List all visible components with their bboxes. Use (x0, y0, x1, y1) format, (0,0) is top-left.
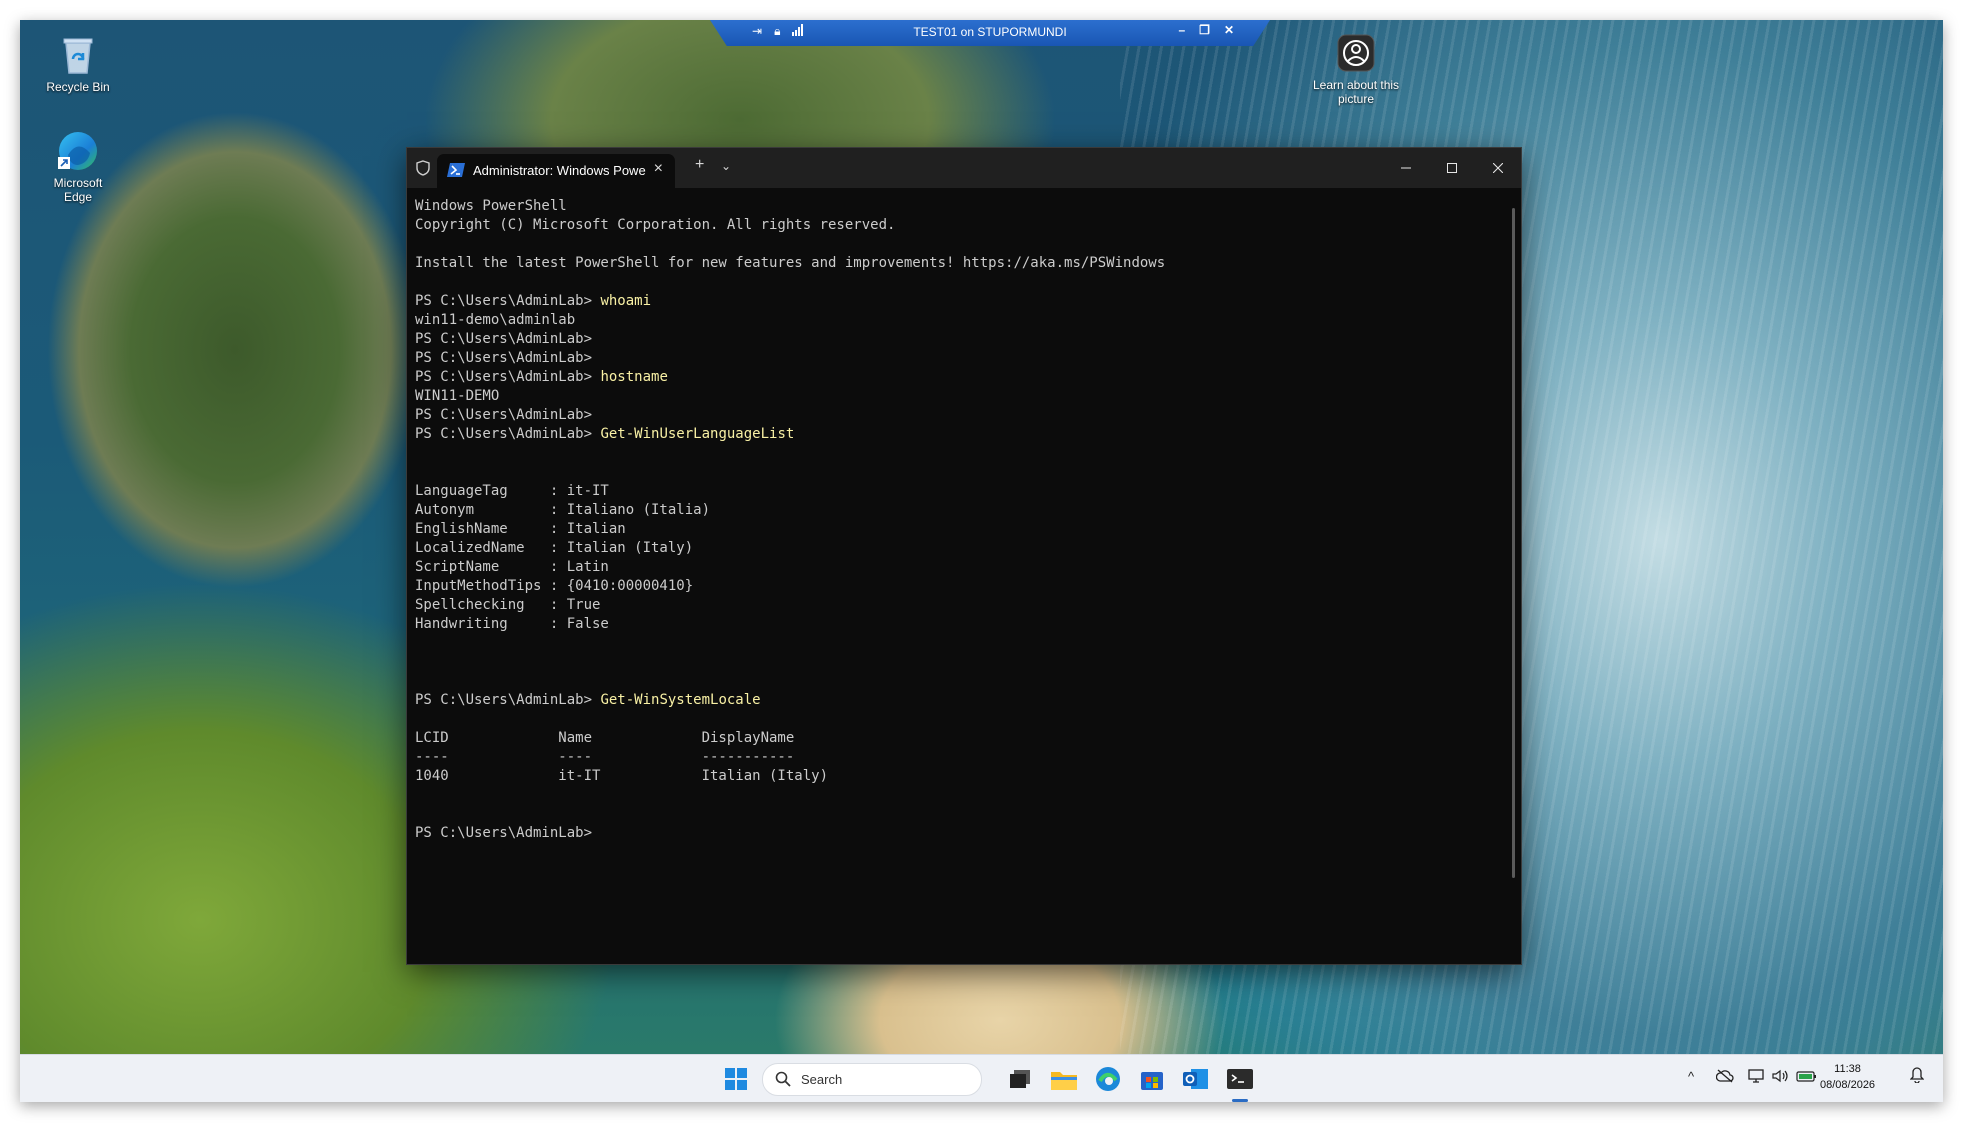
tab-label: Administrator: Windows Powe (473, 163, 646, 178)
console-line: LanguageTag : it-IT (415, 483, 609, 499)
console-line: ---- ---- ----------- (415, 749, 795, 765)
console-prompt: PS C:\Users\AdminLab> (415, 426, 601, 442)
desktop-icon-label: Microsoft Edge (53, 176, 103, 204)
edge-icon[interactable] (1092, 1063, 1124, 1095)
console-line: Handwriting : False (415, 616, 609, 632)
console-prompt: PS C:\Users\AdminLab> (415, 293, 601, 309)
remote-desktop-screen: Recycle Bin Microsoft Edge Learn about t… (20, 20, 1943, 1102)
console-line: Spellchecking : True (415, 597, 601, 613)
console-line: PS C:\Users\AdminLab> (415, 825, 593, 841)
rdp-minimize-icon[interactable]: – (1178, 23, 1185, 37)
console-line: win11-demo\adminlab (415, 312, 576, 328)
rdp-restore-icon[interactable]: ❐ (1199, 23, 1210, 37)
rdp-connection-bar: ⇥ 🔒︎ TEST01 on STUPORMUNDI – ❐ ✕ (710, 20, 1270, 46)
console-line: Windows PowerShell (415, 198, 567, 214)
search-placeholder: Search (801, 1072, 843, 1087)
console-prompt: PS C:\Users\AdminLab> (415, 369, 601, 385)
taskbar-search-box[interactable]: Search (762, 1063, 982, 1096)
network-icon[interactable] (1748, 1069, 1766, 1086)
console-command-line: PS C:\Users\AdminLab> Get-WinUserLanguag… (415, 425, 1505, 444)
console-scrollbar[interactable] (1512, 208, 1515, 878)
learn-about-picture-icon (1333, 30, 1379, 76)
admin-shield-icon (413, 158, 433, 178)
console-line: LocalizedName : Italian (Italy) (415, 540, 694, 556)
terminal-titlebar[interactable]: Administrator: Windows Powe × + ⌄ (407, 148, 1521, 188)
console-command-line: PS C:\Users\AdminLab> hostname (415, 368, 1505, 387)
console-line: EnglishName : Italian (415, 521, 626, 537)
powershell-icon (447, 163, 465, 177)
console-line: PS C:\Users\AdminLab> (415, 407, 593, 423)
desktop-icon-recycle-bin[interactable]: Recycle Bin (38, 32, 118, 94)
console-line: PS C:\Users\AdminLab> (415, 331, 593, 347)
chevron-down-icon[interactable]: ⌄ (721, 159, 731, 173)
console-output[interactable]: Windows PowerShell Copyright (C) Microsof… (415, 197, 1505, 964)
clock-time: 11:38 (1834, 1063, 1861, 1075)
console-command: whoami (600, 293, 652, 309)
tab-powershell[interactable]: Administrator: Windows Powe × (437, 154, 675, 188)
console-command: Get-WinUserLanguageList (600, 426, 795, 442)
console-command-line: PS C:\Users\AdminLab> whoami (415, 292, 1505, 311)
taskbar: Search ^ 11:38 08/08/2026 (20, 1054, 1943, 1102)
console-command: hostname (600, 369, 668, 385)
terminal-window[interactable]: Administrator: Windows Powe × + ⌄ Window… (407, 148, 1521, 964)
taskbar-clock[interactable]: 11:38 08/08/2026 (1820, 1061, 1875, 1093)
desktop-icon-learn-about-picture[interactable]: Learn about this picture (1308, 30, 1404, 106)
console-prompt: PS C:\Users\AdminLab> (415, 692, 601, 708)
file-explorer-icon[interactable] (1048, 1063, 1080, 1095)
console-line: 1040 it-IT Italian (Italy) (415, 768, 829, 784)
notification-bell-icon[interactable] (1909, 1067, 1925, 1086)
console-command: Get-WinSystemLocale (600, 692, 761, 708)
start-icon[interactable] (720, 1063, 752, 1095)
console-line: ScriptName : Latin (415, 559, 609, 575)
battery-icon[interactable] (1796, 1069, 1818, 1086)
close-icon[interactable] (1475, 148, 1521, 188)
console-line: Autonym : Italiano (Italia) (415, 502, 711, 518)
clock-date: 08/08/2026 (1820, 1079, 1876, 1091)
rdp-close-icon[interactable]: ✕ (1224, 23, 1234, 37)
desktop-icon-label: Learn about this picture (1312, 78, 1400, 106)
console-line: PS C:\Users\AdminLab> (415, 350, 593, 366)
recycle-bin-icon (55, 32, 101, 78)
task-view-icon[interactable] (1004, 1063, 1036, 1095)
console-line: Copyright (C) Microsoft Corporation. All… (415, 217, 896, 233)
console-line: LCID Name DisplayName (415, 730, 795, 746)
console-line: InputMethodTips : {0410:00000410} (415, 578, 694, 594)
terminal-icon[interactable] (1224, 1063, 1256, 1095)
console-command-line: PS C:\Users\AdminLab> Get-WinSystemLocal… (415, 691, 1505, 710)
outlook-icon[interactable] (1180, 1063, 1212, 1095)
minimize-icon[interactable] (1383, 148, 1429, 188)
desktop-wallpaper: Recycle Bin Microsoft Edge Learn about t… (20, 20, 1943, 1054)
desktop-icon-label: Recycle Bin (46, 80, 110, 94)
terminal-active-indicator (1232, 1099, 1248, 1102)
cloud-offline-icon[interactable] (1715, 1069, 1734, 1086)
desktop-icon-edge[interactable]: Microsoft Edge (38, 128, 118, 204)
show-hidden-icons-chevron-up-icon[interactable]: ^ (1688, 1069, 1694, 1084)
store-icon[interactable] (1136, 1063, 1168, 1095)
new-tab-icon[interactable]: + (695, 156, 704, 174)
volume-icon[interactable] (1772, 1069, 1790, 1086)
search-icon (775, 1071, 791, 1087)
console-line: Install the latest PowerShell for new fe… (415, 255, 1166, 271)
edge-icon (55, 128, 101, 174)
tab-close-icon[interactable]: × (654, 160, 663, 178)
console-line: WIN11-DEMO (415, 388, 500, 404)
maximize-icon[interactable] (1429, 148, 1475, 188)
